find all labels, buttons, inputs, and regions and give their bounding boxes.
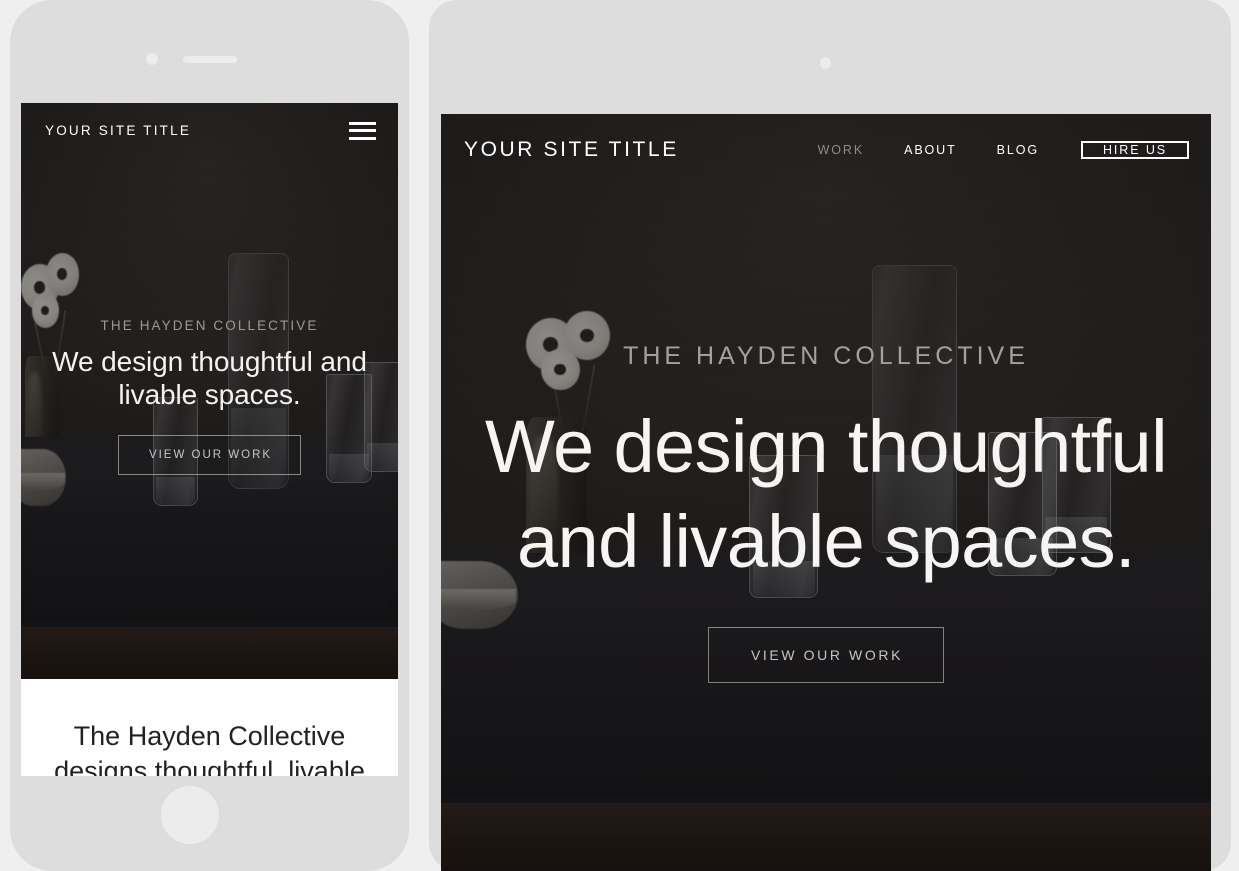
hamburger-line	[349, 136, 376, 140]
mobile-site-title[interactable]: YOUR SITE TITLE	[45, 123, 191, 138]
mobile-below-fold-section: The Hayden Collective designs thoughtful…	[21, 679, 398, 776]
mobile-below-fold-subtitle: designs thoughtful, livable interiors	[54, 756, 365, 776]
desktop-headline-line-1: We design thoughtful	[485, 405, 1168, 488]
tablet-screen: YOUR SITE TITLE WORK ABOUT BLOG HIRE US …	[441, 114, 1211, 871]
mobile-hero-headline: We design thoughtful and livable spaces.	[52, 346, 367, 410]
hamburger-line	[349, 121, 376, 125]
desktop-site-title[interactable]: YOUR SITE TITLE	[464, 138, 679, 162]
desktop-primary-nav: WORK ABOUT BLOG HIRE US	[798, 141, 1189, 159]
mobile-below-fold-title: The Hayden Collective	[73, 721, 346, 751]
phone-device-frame: YOUR SITE TITLE THE HAYDEN COLLECTIVE We…	[10, 0, 409, 871]
mobile-hero-content: THE HAYDEN COLLECTIVE We design thoughtf…	[21, 318, 398, 475]
phone-home-button[interactable]	[161, 786, 219, 844]
desktop-hero-headline: We design thoughtful and livable spaces.	[465, 399, 1187, 589]
hamburger-line	[349, 129, 376, 132]
hamburger-menu-icon[interactable]	[349, 121, 376, 140]
nav-link-blog[interactable]: BLOG	[977, 143, 1059, 157]
desktop-site-header: YOUR SITE TITLE WORK ABOUT BLOG HIRE US	[441, 114, 1211, 186]
mobile-hero-section: YOUR SITE TITLE THE HAYDEN COLLECTIVE We…	[21, 103, 398, 679]
phone-camera-icon	[146, 53, 158, 65]
nav-link-about[interactable]: ABOUT	[884, 143, 977, 157]
phone-speaker-grill	[183, 56, 237, 63]
phone-screen: YOUR SITE TITLE THE HAYDEN COLLECTIVE We…	[21, 103, 398, 776]
desktop-view-our-work-button[interactable]: VIEW OUR WORK	[707, 627, 945, 683]
preview-stage: YOUR SITE TITLE THE HAYDEN COLLECTIVE We…	[0, 0, 1239, 871]
mobile-hero-eyebrow: THE HAYDEN COLLECTIVE	[100, 318, 319, 333]
desktop-hero-eyebrow: THE HAYDEN COLLECTIVE	[623, 342, 1029, 370]
nav-link-work[interactable]: WORK	[798, 143, 885, 157]
hire-us-button[interactable]: HIRE US	[1080, 141, 1189, 159]
mobile-site-header: YOUR SITE TITLE	[21, 103, 398, 158]
desktop-hero-section: YOUR SITE TITLE WORK ABOUT BLOG HIRE US …	[441, 114, 1211, 871]
desktop-hero-content: THE HAYDEN COLLECTIVE We design thoughtf…	[441, 342, 1211, 683]
mobile-view-our-work-button[interactable]: VIEW OUR WORK	[117, 435, 302, 475]
tablet-camera-icon	[820, 57, 831, 69]
desktop-headline-line-2: and livable spaces.	[517, 500, 1136, 583]
